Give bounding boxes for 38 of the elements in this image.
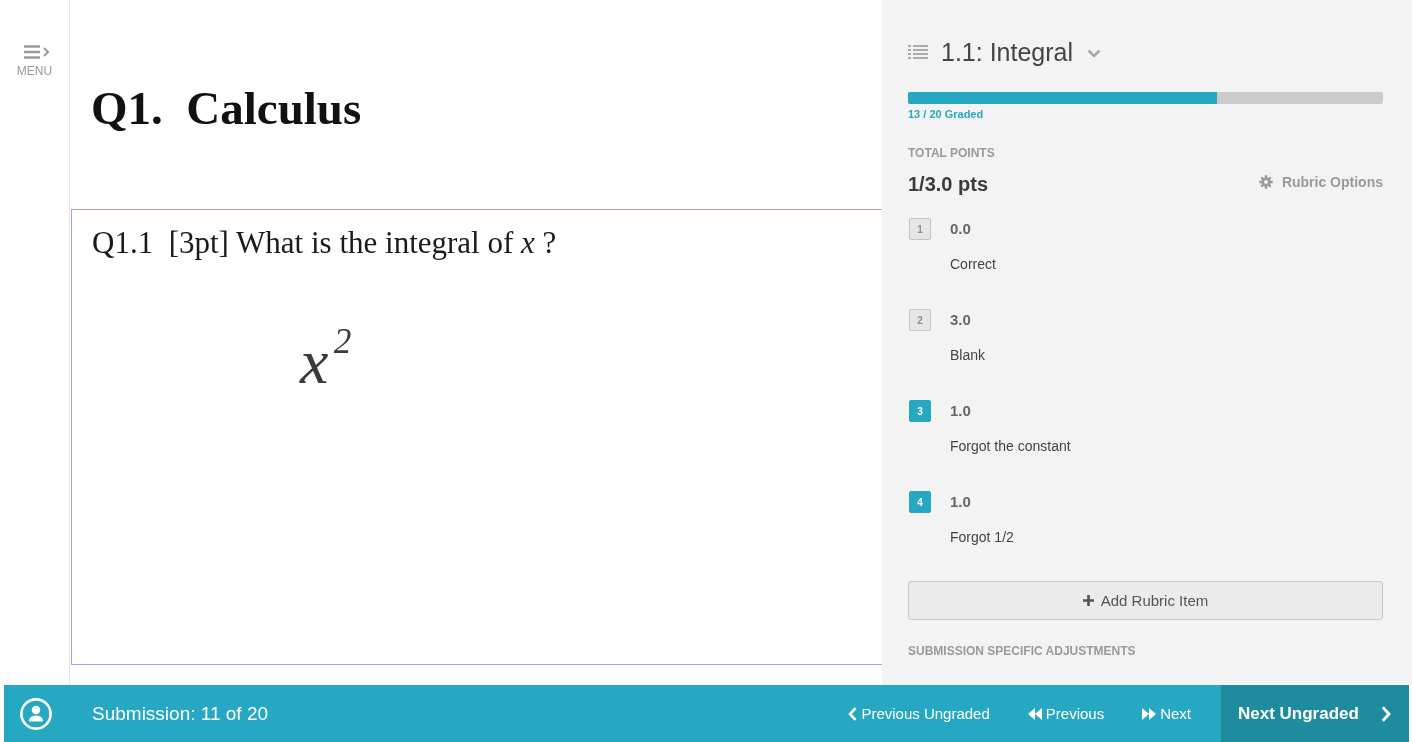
user-avatar-icon[interactable] [20,697,52,730]
progress-label: 13 / 20 Graded [908,107,984,121]
add-rubric-item-button[interactable]: Add Rubric Item [908,581,1383,620]
handwritten-answer: x$^{2}$ [300,324,352,399]
total-points-label: TOTAL POINTS [908,145,995,161]
rubric-description: Forgot the constant [950,437,1071,456]
double-right-arrow-icon [1142,707,1157,720]
rubric-description: Forgot 1/2 [950,528,1014,547]
chevron-down-icon [1087,48,1102,58]
submission-counter: Submission: 11 of 20 [92,702,269,725]
question-text: Q1.1 [3pt] What is the integral of x ? [92,224,557,262]
rubric-points: 1.0 [950,401,971,421]
menu-button[interactable]: MENU [16,45,53,78]
chevron-right-icon [1381,705,1391,722]
rubric-description: Correct [950,255,996,274]
previous-button[interactable]: Previous [1027,705,1105,722]
rubric-points: 0.0 [950,219,971,239]
next-ungraded-button[interactable]: Next Ungraded [1221,685,1409,742]
gear-icon [1258,175,1273,189]
chevron-left-icon [848,706,858,721]
question-dropdown[interactable]: 1.1: Integral [908,36,1102,68]
double-left-arrow-icon [1027,707,1042,720]
question-heading: Q1. Calculus [91,81,362,136]
next-button[interactable]: Next [1142,705,1191,722]
plus-icon [1082,595,1094,606]
adjustments-heading: SUBMISSION SPECIFIC ADJUSTMENTS [908,643,1136,659]
rubric-key-badge[interactable]: 3 [909,400,931,422]
total-points: 1/3.0 pts [908,172,989,196]
rubric-key-badge[interactable]: 1 [909,218,931,240]
rubric-key-badge[interactable]: 4 [909,491,931,513]
list-icon [908,44,928,60]
rubric-points: 1.0 [950,492,971,512]
previous-ungraded-button[interactable]: Previous Ungraded [848,705,990,722]
menu-icon [23,45,50,59]
rubric-key-badge[interactable]: 2 [909,309,931,331]
rubric-options-button[interactable]: Rubric Options [1258,174,1383,190]
rubric-description: Blank [950,346,986,365]
rubric-points: 3.0 [950,310,971,330]
